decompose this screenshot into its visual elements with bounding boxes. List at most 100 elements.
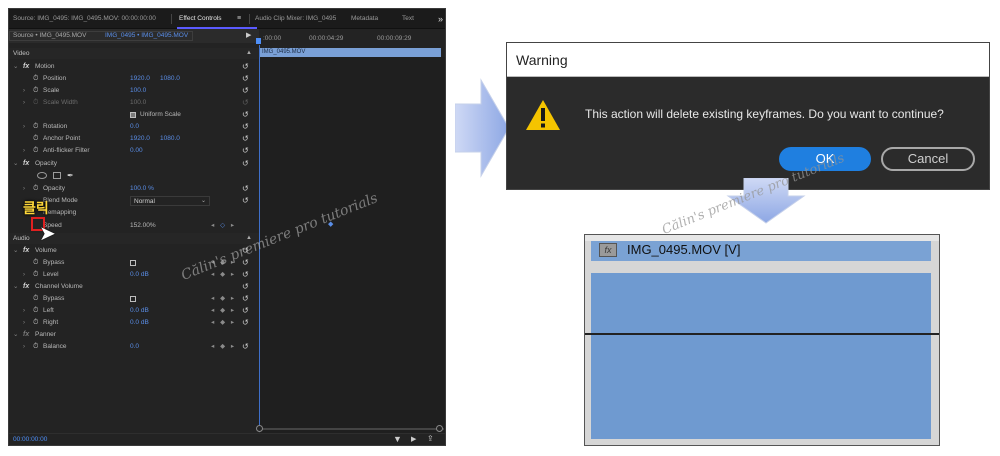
export-icon[interactable]: ⇪ (427, 434, 434, 443)
effect-row-opacity[interactable]: ⌄ fx Opacity ↺ (9, 158, 259, 170)
clip-body[interactable] (591, 273, 931, 333)
prop-value-x[interactable]: 1920.0 (130, 133, 150, 145)
reset-icon[interactable]: ↺ (242, 293, 249, 305)
stopwatch-icon[interactable]: ⏱ (33, 293, 38, 305)
clip-header[interactable]: fx IMG_0495.MOV [V] (591, 241, 931, 261)
reset-icon[interactable]: ↺ (242, 183, 249, 195)
twirl-right-icon[interactable]: › (23, 317, 25, 329)
prop-value[interactable]: 0.0 (130, 121, 139, 133)
play-icon[interactable]: ▶ (411, 435, 416, 443)
reset-icon[interactable]: ↺ (242, 158, 249, 170)
prop-value[interactable]: 100.0 % (130, 183, 154, 195)
zoom-handle-left[interactable] (256, 425, 263, 432)
bypass-checkbox[interactable] (130, 260, 136, 266)
fx-icon[interactable]: fx (23, 61, 29, 73)
twirl-down-icon[interactable]: ⌄ (13, 281, 18, 293)
reset-icon[interactable]: ↺ (242, 73, 249, 85)
prop-value-x[interactable]: 1920.0 (130, 73, 150, 85)
stopwatch-icon[interactable]: ⏱ (33, 269, 38, 281)
twirl-right-icon[interactable]: › (23, 269, 25, 281)
playhead-handle[interactable] (256, 38, 261, 44)
tab-source[interactable]: Source: IMG_0495: IMG_0495.MOV: 00:00:00… (13, 9, 156, 29)
timecode-display[interactable]: 00:00:00:00 (13, 436, 47, 443)
cancel-button[interactable]: Cancel (881, 147, 975, 171)
more-tabs-icon[interactable]: » (438, 9, 443, 29)
timeline-clip-bar[interactable]: IMG_0495.MOV (259, 48, 441, 57)
prop-value-y[interactable]: 1080.0 (160, 73, 180, 85)
zoom-handle-right[interactable] (436, 425, 443, 432)
prop-value[interactable]: 0.0 dB (130, 269, 149, 281)
stopwatch-icon[interactable]: ⏱ (33, 305, 38, 317)
twirl-right-icon[interactable]: › (23, 85, 25, 97)
stopwatch-icon[interactable]: ⏱ (33, 317, 38, 329)
effect-row-motion[interactable]: ⌄ fx Motion ↺ (9, 61, 259, 73)
prop-value-y[interactable]: 1080.0 (160, 133, 180, 145)
reset-icon[interactable]: ↺ (242, 121, 249, 133)
stopwatch-icon[interactable]: ⏱ (33, 85, 38, 97)
twirl-down-icon[interactable]: ⌄ (13, 158, 18, 170)
stopwatch-icon[interactable]: ⏱ (33, 183, 38, 195)
prop-value[interactable]: 152.00% (130, 220, 156, 232)
twirl-right-icon[interactable]: › (23, 341, 25, 353)
keyframe-navigator[interactable]: ◂ ◆ ▸ (211, 341, 236, 353)
reset-icon[interactable]: ↺ (242, 305, 249, 317)
stopwatch-icon[interactable]: ⏱ (33, 145, 38, 157)
clip-body[interactable] (591, 335, 931, 439)
tab-effect-controls[interactable]: Effect Controls (179, 9, 222, 29)
reset-icon[interactable]: ↺ (242, 145, 249, 157)
stopwatch-icon[interactable]: ⏱ (33, 121, 38, 133)
panel-menu-icon[interactable]: ≡ (237, 9, 241, 29)
stopwatch-icon[interactable]: ⏱ (33, 341, 38, 353)
timeline-zoom-scrollbar[interactable] (259, 428, 444, 430)
reset-icon[interactable]: ↺ (242, 61, 249, 73)
keyframe-navigator[interactable]: ◂ ◆ ▸ (211, 305, 236, 317)
twirl-right-icon[interactable]: › (23, 121, 25, 133)
play-only-audio-icon[interactable]: ▶ (246, 29, 251, 43)
effect-row-channel-volume[interactable]: ⌄ fx Channel Volume ↺ (9, 281, 259, 293)
reset-icon[interactable]: ↺ (242, 317, 249, 329)
reset-icon[interactable]: ↺ (242, 85, 249, 97)
twirl-right-icon[interactable]: › (23, 145, 25, 157)
stopwatch-icon[interactable]: ⏱ (33, 133, 38, 145)
keyframe-navigator[interactable]: ◂ ◆ ▸ (211, 293, 236, 305)
tab-metadata[interactable]: Metadata (351, 9, 378, 29)
ellipse-mask-icon[interactable] (37, 172, 47, 179)
reset-icon[interactable]: ↺ (242, 281, 249, 293)
stopwatch-icon[interactable]: ⏱ (33, 73, 38, 85)
keyframe-navigator[interactable]: ◂ ◆ ▸ (211, 317, 236, 329)
reset-icon[interactable]: ↺ (242, 341, 249, 353)
keyframe-timeline-area[interactable] (259, 57, 445, 433)
reset-icon[interactable]: ↺ (242, 133, 249, 145)
tab-audio-clip-mixer[interactable]: Audio Clip Mixer: IMG_0495 (255, 9, 336, 29)
bypass-checkbox[interactable] (130, 296, 136, 302)
reset-icon[interactable]: ↺ (242, 109, 249, 121)
prop-value[interactable]: 0.0 dB (130, 305, 149, 317)
reset-icon[interactable]: ↺ (242, 195, 249, 207)
pen-mask-icon[interactable]: ✒ (67, 170, 74, 182)
stopwatch-icon[interactable]: ⏱ (33, 257, 38, 269)
fx-icon[interactable]: fx (23, 245, 29, 257)
twirl-right-icon[interactable]: › (23, 183, 25, 195)
prop-value[interactable]: 0.00 (130, 145, 143, 157)
reset-icon[interactable]: ↺ (242, 269, 249, 281)
keyframe-navigator[interactable]: ◂ ◇ ▸ (211, 220, 236, 232)
source-master-label[interactable]: Source • IMG_0495.MOV (13, 29, 86, 43)
fx-icon[interactable]: fx (23, 158, 29, 170)
twirl-down-icon[interactable]: ⌄ (13, 61, 18, 73)
rectangle-mask-icon[interactable] (53, 172, 61, 179)
twirl-right-icon[interactable]: › (23, 305, 25, 317)
fx-icon[interactable]: fx (23, 329, 29, 341)
fx-badge-icon[interactable]: fx (599, 243, 617, 257)
filter-icon[interactable]: ▼ (393, 434, 402, 444)
prop-value[interactable]: 100.0 (130, 85, 146, 97)
blend-mode-dropdown[interactable]: Normal ⌄ (130, 196, 210, 206)
tab-text[interactable]: Text (402, 9, 414, 29)
twirl-down-icon[interactable]: ⌄ (13, 245, 18, 257)
uniform-scale-checkbox[interactable] (130, 112, 136, 118)
source-clip-label[interactable]: IMG_0495 • IMG_0495.MOV (105, 29, 188, 43)
section-collapse-icon[interactable]: ▲ (246, 48, 252, 59)
fx-icon[interactable]: fx (23, 281, 29, 293)
twirl-down-icon[interactable]: ⌄ (13, 329, 18, 341)
prop-value[interactable]: 0.0 (130, 341, 139, 353)
effect-row-panner[interactable]: ⌄ fx Panner (9, 329, 259, 341)
